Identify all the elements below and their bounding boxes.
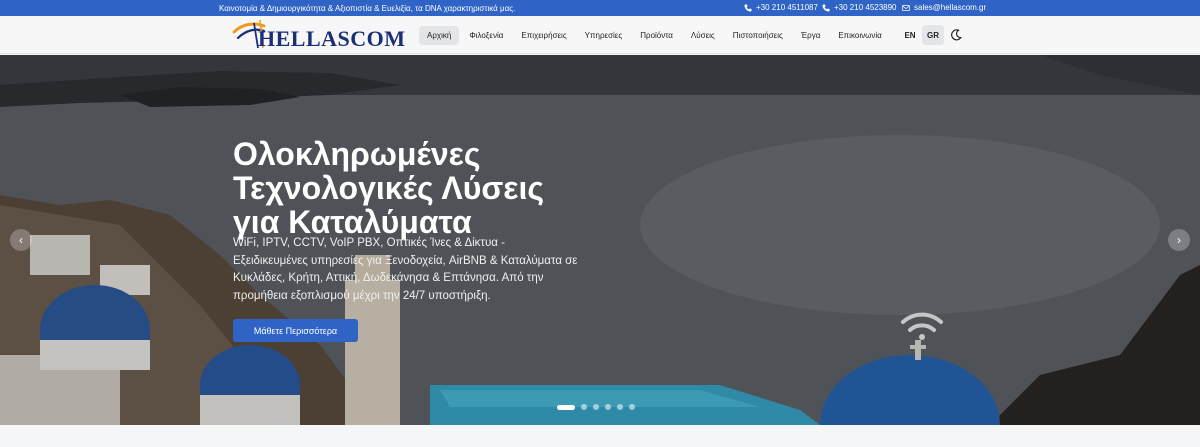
nav-item-solutions[interactable]: Λύσεις: [683, 26, 723, 45]
hero-subtitle: WiFi, IPTV, CCTV, VoIP PBX, Οπτικές Ίνες…: [233, 237, 578, 302]
page-bottom-strip: [0, 425, 1200, 447]
slider-dot-2[interactable]: [581, 404, 587, 410]
email-text: sales@hellascom.gr: [914, 3, 987, 12]
slider-dot-6[interactable]: [629, 404, 635, 410]
slider-next-button[interactable]: ›: [1168, 229, 1190, 251]
chevron-left-icon: ‹: [19, 233, 23, 247]
phone-icon: [744, 4, 752, 11]
phone-2-text: +30 210 4523890: [834, 3, 897, 12]
logo-wordmark: HELLASCOM: [258, 26, 406, 51]
learn-more-button[interactable]: Μάθετε Περισσότερα: [233, 319, 358, 342]
nav-item-businesses[interactable]: Επιχειρήσεις: [513, 26, 574, 45]
hero-background-image: [0, 55, 1200, 425]
phone-icon: [822, 4, 830, 11]
hero-title-line-2: Τεχνολογικές Λύσεις: [233, 170, 544, 206]
slider-dot-1[interactable]: [557, 404, 575, 410]
slider-dot-5[interactable]: [617, 404, 623, 410]
hellascom-logo[interactable]: HELLASCOM: [232, 18, 408, 52]
phone-link-1[interactable]: +30 210 4511087: [744, 3, 818, 12]
tagline: Καινοτομία & Δημιουργικότητα & Αξιοπιστί…: [219, 4, 516, 13]
dark-mode-toggle[interactable]: [948, 27, 964, 43]
hero-title-line-3: για Καταλύματα: [233, 204, 472, 240]
main-navbar: HELLASCOM Αρχική Φιλοξενία Επιχειρήσεις …: [0, 16, 1200, 54]
moon-icon: [951, 29, 962, 41]
lang-en-button[interactable]: EN: [900, 25, 920, 45]
nav-item-contact[interactable]: Επικοινωνία: [830, 26, 889, 45]
slider-dot-4[interactable]: [605, 404, 611, 410]
hero-title: Ολοκληρωμένες Τεχνολογικές Λύσεις για Κα…: [233, 137, 653, 239]
nav-item-certifications[interactable]: Πιστοποιήσεις: [725, 26, 791, 45]
nav-item-products[interactable]: Προϊόντα: [632, 26, 681, 45]
phone-1-text: +30 210 4511087: [756, 3, 818, 12]
slider-dots: [557, 404, 635, 410]
lang-gr-button[interactable]: GR: [922, 25, 944, 45]
nav-item-projects[interactable]: Έργα: [793, 26, 828, 45]
slider-prev-button[interactable]: ‹: [10, 229, 32, 251]
nav-menu: Αρχική Φιλοξενία Επιχειρήσεις Υπηρεσίες …: [419, 25, 892, 45]
nav-item-services[interactable]: Υπηρεσίες: [577, 26, 631, 45]
phone-link-2[interactable]: +30 210 4523890: [822, 3, 897, 12]
hero-slider: Ολοκληρωμένες Τεχνολογικές Λύσεις για Κα…: [0, 55, 1200, 425]
email-link[interactable]: sales@hellascom.gr: [902, 3, 986, 12]
mail-icon: [902, 4, 910, 11]
chevron-right-icon: ›: [1177, 233, 1181, 247]
nav-item-home[interactable]: Αρχική: [419, 25, 460, 45]
top-info-bar: Καινοτομία & Δημιουργικότητα & Αξιοπιστί…: [0, 0, 1200, 16]
hero-title-line-1: Ολοκληρωμένες: [233, 136, 481, 172]
slider-dot-3[interactable]: [593, 404, 599, 410]
nav-item-hospitality[interactable]: Φιλοξενία: [461, 26, 511, 45]
